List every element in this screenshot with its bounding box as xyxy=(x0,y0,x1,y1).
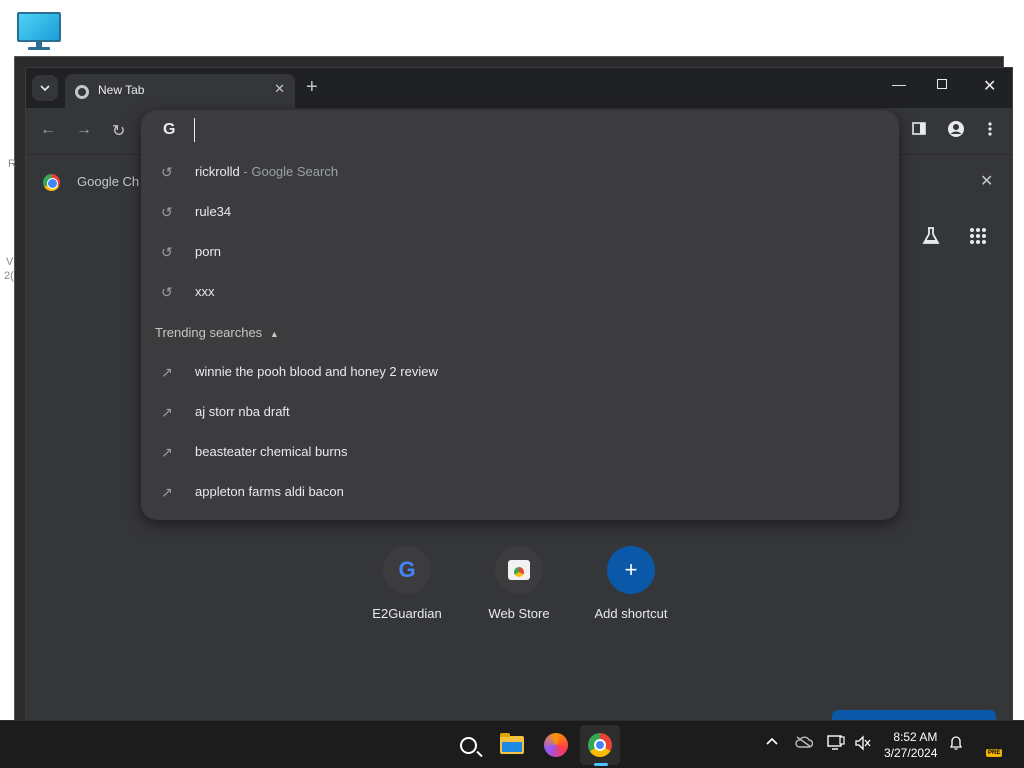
shortcut-web-store[interactable]: Web Store xyxy=(464,546,574,621)
google-icon: G xyxy=(383,546,431,594)
suggestion-text: rickrolld xyxy=(195,164,240,179)
trending-icon: ↗ xyxy=(161,444,173,460)
firefox-button[interactable] xyxy=(536,725,576,765)
trending-item[interactable]: ↗ appleton farms aldi bacon xyxy=(141,472,899,512)
tab-close-icon[interactable]: ✕ xyxy=(274,81,285,97)
labs-flask-icon[interactable] xyxy=(921,226,941,251)
suggestion-subtext: - Google Search xyxy=(239,164,339,179)
trending-icon: ↗ xyxy=(161,364,173,380)
taskbar: 8:52 AM 3/27/2024 PRE xyxy=(0,720,1024,768)
network-icon[interactable] xyxy=(827,735,845,754)
show-hidden-icons-chevron-icon[interactable] xyxy=(766,733,778,748)
tab-new-tab[interactable]: New Tab ✕ xyxy=(65,74,295,108)
history-icon: ↺ xyxy=(161,244,173,260)
tab-title: New Tab xyxy=(98,83,145,97)
google-search-engine-icon: G xyxy=(163,121,176,138)
trending-text: aj storr nba draft xyxy=(195,404,290,419)
firefox-icon xyxy=(544,733,568,757)
trending-item[interactable]: ↗ winnie the pooh blood and honey 2 revi… xyxy=(141,352,899,392)
chrome-favicon-icon xyxy=(75,85,89,99)
trending-text: appleton farms aldi bacon xyxy=(195,484,344,499)
minimize-button[interactable]: — xyxy=(892,76,906,92)
omnibox-dropdown: G ↺ rickrolld - Google Search ↺ rule34 ↺… xyxy=(141,110,899,520)
back-button[interactable]: ← xyxy=(40,121,56,139)
trending-header[interactable]: Trending searches ▲ xyxy=(155,325,279,340)
suggestion-item[interactable]: ↺ xxx xyxy=(141,272,899,312)
maximize-button[interactable] xyxy=(937,76,947,92)
background-text-fragment: 2( xyxy=(4,270,14,282)
notification-bell-icon[interactable] xyxy=(949,735,963,754)
system-clock[interactable]: 8:52 AM 3/27/2024 xyxy=(884,729,937,761)
plus-icon: + xyxy=(607,546,655,594)
new-tab-button[interactable]: + xyxy=(306,76,318,98)
tab-bar: New Tab ✕ + — ✕ xyxy=(26,68,1012,108)
trending-text: winnie the pooh blood and honey 2 review xyxy=(195,364,438,379)
suggestion-text: porn xyxy=(195,244,222,259)
info-bar-text: Google Ch xyxy=(77,174,140,189)
suggestion-item[interactable]: ↺ rickrolld - Google Search xyxy=(141,152,899,192)
trending-text: beasteater chemical burns xyxy=(195,444,348,459)
history-icon: ↺ xyxy=(161,164,173,180)
search-icon xyxy=(459,736,477,754)
chrome-taskbar-button[interactable] xyxy=(580,725,620,765)
trending-icon: ↗ xyxy=(161,404,173,420)
suggestion-text: xxx xyxy=(195,284,215,299)
tab-search-button[interactable] xyxy=(32,75,58,101)
web-store-icon xyxy=(495,546,543,594)
shortcut-label: Web Store xyxy=(488,606,550,621)
trending-icon: ↗ xyxy=(161,484,173,500)
reload-button[interactable]: ↻ xyxy=(112,121,125,141)
desktop-monitor-icon[interactable] xyxy=(17,12,61,50)
pre-badge: PRE xyxy=(986,749,1003,757)
suggestion-item[interactable]: ↺ porn xyxy=(141,232,899,272)
background-text-fragment: R xyxy=(8,158,16,170)
chrome-icon xyxy=(588,733,612,757)
profile-icon[interactable] xyxy=(947,120,965,143)
shortcut-e2guardian[interactable]: G E2Guardian xyxy=(352,546,462,621)
trending-item[interactable]: ↗ beasteater chemical burns xyxy=(141,432,899,472)
shortcut-label: Add shortcut xyxy=(594,606,668,621)
folder-icon xyxy=(500,733,524,754)
history-icon: ↺ xyxy=(161,284,173,300)
chrome-logo-icon xyxy=(43,174,60,191)
suggestion-text: rule34 xyxy=(195,204,232,219)
shortcut-label: E2Guardian xyxy=(372,606,442,621)
side-panel-icon[interactable] xyxy=(912,122,926,140)
forward-button[interactable]: → xyxy=(76,121,92,139)
close-window-button[interactable]: ✕ xyxy=(983,76,996,96)
onedrive-offline-icon[interactable] xyxy=(795,736,814,751)
search-taskbar-button[interactable] xyxy=(448,725,488,765)
google-apps-icon[interactable] xyxy=(970,228,986,244)
clock-time: 8:52 AM xyxy=(893,730,938,744)
chevron-down-icon xyxy=(40,85,50,91)
active-app-indicator xyxy=(594,763,608,766)
background-text-fragment: V xyxy=(6,256,14,268)
trending-item[interactable]: ↗ aj storr nba draft xyxy=(141,392,899,432)
volume-muted-icon[interactable] xyxy=(854,735,872,754)
menu-kebab-icon[interactable] xyxy=(988,122,992,141)
info-bar-close-icon[interactable]: ✕ xyxy=(980,171,993,191)
file-explorer-button[interactable] xyxy=(492,725,532,765)
suggestion-item[interactable]: ↺ rule34 xyxy=(141,192,899,232)
address-bar-input[interactable] xyxy=(194,118,794,142)
history-icon: ↺ xyxy=(161,204,173,220)
caret-up-icon: ▲ xyxy=(269,329,279,339)
shortcut-add[interactable]: + Add shortcut xyxy=(576,546,686,621)
clock-date: 3/27/2024 xyxy=(884,746,938,760)
